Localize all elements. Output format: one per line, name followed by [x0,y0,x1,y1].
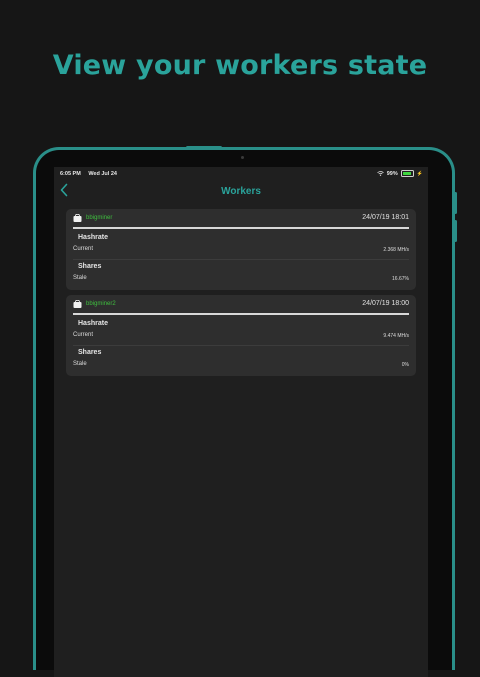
divider [73,259,409,260]
worker-progress-bar [73,227,409,229]
battery-icon [400,170,414,177]
worker-progress-bar [73,313,409,315]
camera [241,156,244,159]
shares-title: Shares [78,263,102,270]
stale-shares-value: 16.67% [392,276,409,282]
app-screen: 6:05 PM Wed Jul 24 99% ⚡ Workers bbigmin… [54,167,428,677]
worker-icon [73,300,82,308]
power-button [186,146,222,149]
worker-card-header: bbigminer 24/07/19 18:01 [66,209,416,227]
stale-label: Stale [73,275,87,281]
page-title: Workers [221,186,261,197]
worker-name: bbigminer2 [86,301,116,307]
hashrate-title: Hashrate [78,234,108,241]
status-bar: 6:05 PM Wed Jul 24 99% ⚡ [54,167,428,181]
volume-up-button [454,192,457,214]
navigation-bar: Workers [54,181,428,203]
shares-title: Shares [78,349,102,356]
current-label: Current [73,332,94,338]
worker-updated-time: 24/07/19 18:00 [362,300,409,307]
current-label: Current [73,246,94,252]
headline: View your workers state [52,50,428,81]
stale-label: Stale [73,361,87,367]
worker-card[interactable]: bbigminer 24/07/19 18:01 Hashrate Curren… [66,209,416,290]
charging-icon: ⚡ [416,170,423,177]
battery-percent: 99% [386,170,398,177]
status-date: Wed Jul 24 [88,171,117,177]
divider [73,345,409,346]
status-time: 6:05 PM [60,171,81,177]
stale-shares-value: 0% [401,362,409,368]
current-hashrate-value: 9.474 MH/s [383,333,409,339]
worker-card-header: bbigminer2 24/07/19 18:00 [66,295,416,313]
wifi-icon [376,171,384,176]
volume-down-button [454,220,457,242]
current-hashrate-value: 2.368 MH/s [383,247,409,253]
tablet-frame: 6:05 PM Wed Jul 24 99% ⚡ Workers bbigmin… [33,146,457,677]
worker-icon [73,214,82,222]
worker-card[interactable]: bbigminer2 24/07/19 18:00 Hashrate Curre… [66,295,416,376]
worker-name: bbigminer [86,215,113,221]
worker-updated-time: 24/07/19 18:01 [362,214,409,221]
hashrate-title: Hashrate [78,320,108,327]
